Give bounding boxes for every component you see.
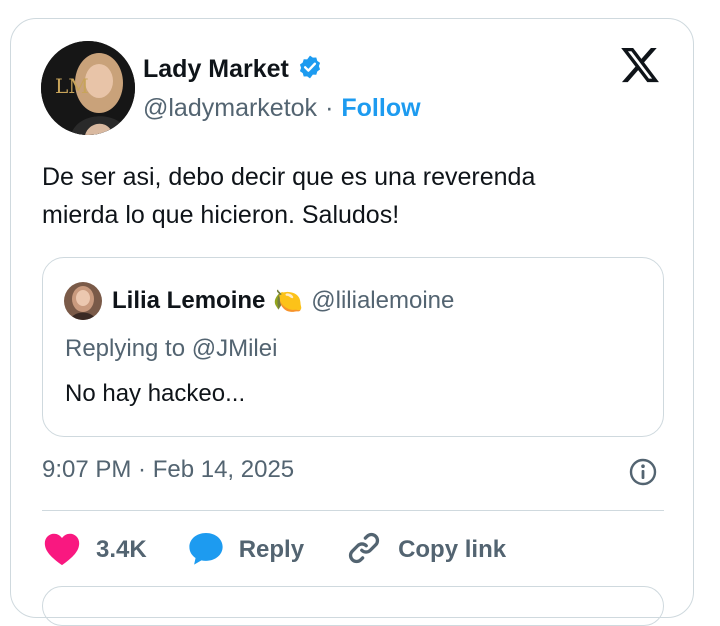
reply-label: Reply [238,536,305,563]
x-logo-icon[interactable] [618,44,662,86]
action-bar: 3.4K Reply Copy link [42,528,546,572]
avatar-monogram: LM [55,74,89,98]
quoted-tweet-text: No hay hackeo... [65,380,246,407]
tweet-timestamp[interactable]: 9:07 PM · Feb 14, 2025 [42,456,294,484]
read-replies-card[interactable] [42,586,664,626]
like-button[interactable]: 3.4K [42,530,147,571]
copy-link-button[interactable]: Copy link [344,530,506,571]
quoted-tweet[interactable]: Lilia Lemoine 🍋 @lilialemoine Replying t… [42,257,664,437]
reply-bubble-icon [187,530,225,571]
author-avatar[interactable]: LM [41,41,135,135]
divider [42,510,664,511]
author-display-name[interactable]: Lady Market [143,55,289,84]
author-handle-row: @ladymarketok · Follow [143,94,421,123]
copy-link-label: Copy link [398,536,507,563]
tweet-text-line: De ser asi, debo decir que es una revere… [42,163,536,191]
reply-button[interactable]: Reply [187,530,304,571]
author-handle[interactable]: @ladymarketok [143,94,317,123]
replying-to-text: Replying to @JMilei [65,335,278,362]
quoted-author-avatar[interactable] [64,282,102,320]
follow-button[interactable]: Follow [341,94,420,123]
link-icon [344,530,384,571]
lemon-emoji: 🍋 [273,287,304,315]
info-icon[interactable] [628,457,658,487]
heart-icon [42,530,82,571]
quoted-name-row: Lilia Lemoine 🍋 @lilialemoine [112,284,454,318]
like-count: 3.4K [96,536,147,563]
separator-dot: · [325,94,334,122]
quoted-display-name[interactable]: Lilia Lemoine [112,287,265,315]
verified-badge-icon [297,54,323,85]
tweet-text-line: mierda lo que hicieron. Saludos! [42,201,400,229]
author-avatar-image: LM [41,41,135,135]
quoted-handle[interactable]: @lilialemoine [311,287,454,315]
quoted-avatar-image [64,282,102,320]
author-name-row: Lady Market [143,54,323,84]
tweet-text: De ser asi, debo decir que es una revere… [42,158,642,234]
